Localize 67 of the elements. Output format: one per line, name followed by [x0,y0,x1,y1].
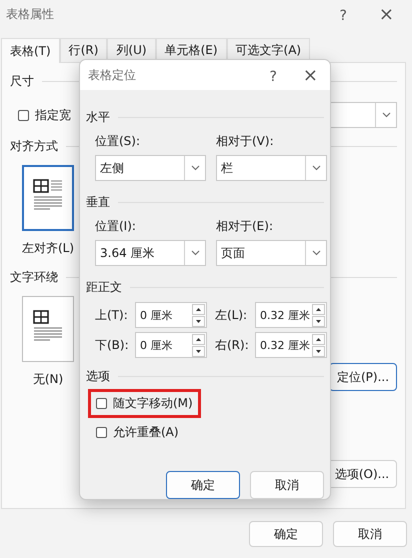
help-button[interactable]: ? [261,68,285,84]
position-button[interactable]: 定位(P)... [329,363,397,391]
spin-down-button[interactable] [192,316,205,326]
checkbox-label: 指定宽 [35,106,71,124]
chevron-down-icon [190,165,200,171]
help-button[interactable]: ? [331,8,355,24]
section-heading: 选项 [86,368,110,385]
field-label: 右(R): [215,336,250,354]
section-heading: 文字环绕 [10,269,58,286]
dropdown[interactable]: 页面 [216,240,327,266]
tab[interactable]: 表格(T) [1,38,60,63]
down-triangle-icon [196,350,201,352]
field-label: 左(L): [215,306,248,324]
spin-up-button[interactable] [192,304,205,314]
dropdown[interactable]: 栏 [216,155,327,181]
close-button[interactable]: × [354,4,412,24]
down-triangle-icon [316,350,321,352]
checkbox[interactable] [18,110,29,120]
spin-up-button[interactable] [192,334,205,344]
checkbox-label: 允许重叠(A) [113,424,179,441]
dropdown[interactable]: 3.64 厘米 [95,240,206,266]
ok-button[interactable]: 确定 [249,521,323,547]
option-tile[interactable] [22,165,74,231]
checkbox-label: 随文字移动(M) [113,395,193,412]
cancel-button[interactable]: 取消 [333,521,407,547]
checkbox[interactable] [96,398,107,409]
spin-field[interactable]: 0 厘米 [135,332,207,358]
section-heading: 距正文 [86,279,122,296]
spin-down-button[interactable] [192,346,205,356]
chevron-down-icon [382,112,390,118]
field-label: 位置(I): [95,218,137,235]
chevron-down-icon [312,165,320,171]
dialog-title: 表格定位 [88,66,136,84]
checkbox[interactable] [96,427,107,438]
option-tile[interactable] [22,296,74,362]
field-label: 上(T): [95,306,129,324]
close-button[interactable]: × [284,64,330,86]
option-label: 左对齐(L) [22,240,74,257]
tab[interactable]: 行(R) [60,38,108,62]
dropdown[interactable]: 左侧 [95,155,206,181]
cancel-button[interactable]: 取消 [250,471,324,499]
chevron-down-icon [312,250,320,256]
up-triangle-icon [196,308,201,310]
section-heading: 尺寸 [10,73,34,90]
option-label: 无(N) [32,371,64,388]
up-triangle-icon [316,338,321,340]
up-triangle-icon [316,308,321,310]
spin-field[interactable]: 0 厘米 [135,302,207,328]
ok-button[interactable]: 确定 [166,471,240,499]
spin-field[interactable]: 0.32 厘米 [255,302,327,328]
spin-down-button[interactable] [312,346,325,356]
spin-up-button[interactable] [312,334,325,344]
chevron-down-icon [190,250,200,256]
section-heading: 对齐方式 [10,138,58,155]
field-label: 位置(S): [95,133,142,150]
spin-up-button[interactable] [312,304,325,314]
field-label: 相对于(V): [216,133,275,150]
down-triangle-icon [196,320,201,322]
down-triangle-icon [316,320,321,322]
field-label: 下(B): [95,336,130,354]
field-label: 相对于(E): [216,218,274,235]
spin-field[interactable]: 0.32 厘米 [255,332,327,358]
spin-down-button[interactable] [312,316,325,326]
window-title: 表格属性 [6,6,54,22]
section-heading: 垂直 [86,194,110,211]
section-heading: 水平 [86,109,110,126]
up-triangle-icon [196,338,201,340]
